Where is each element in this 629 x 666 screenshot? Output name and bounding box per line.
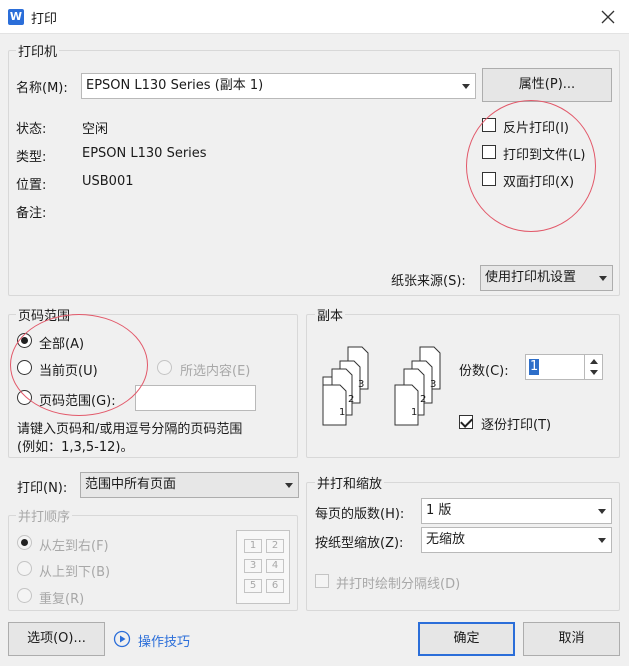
collate-stack-1: 1 2 3 [320, 345, 380, 427]
grid-cell-1: 1 [244, 539, 262, 553]
order-group-label: 并打顺序 [16, 506, 73, 525]
range-selection-label: 所选内容(E) [180, 364, 251, 379]
collate-checkbox[interactable] [459, 415, 473, 429]
paper-source-select[interactable]: 使用打印机设置 [480, 265, 613, 291]
stack-page-3: 3 [358, 379, 365, 390]
play-circle-icon[interactable] [113, 630, 131, 648]
tips-link[interactable]: 操作技巧 [138, 631, 190, 650]
print-what-value: 范围中所有页面 [85, 477, 177, 492]
ok-button[interactable]: 确定 [418, 622, 515, 656]
order-repeat-label: 重复(R) [39, 592, 85, 607]
page-range-hint-line1: 请键入页码和/或用逗号分隔的页码范围 [17, 422, 243, 437]
collate-label: 逐份打印(T) [481, 418, 552, 433]
grid-cell-6: 6 [266, 579, 284, 593]
page-range-input[interactable] [135, 385, 256, 411]
print-to-file-label: 打印到文件(L) [503, 148, 586, 163]
pages-per-sheet-select[interactable]: 1 版 [421, 498, 612, 524]
cancel-button[interactable]: 取消 [523, 622, 620, 656]
duplex-checkbox[interactable] [482, 172, 496, 186]
printer-group-label: 打印机 [16, 41, 60, 60]
reverse-print-checkbox[interactable] [482, 118, 496, 132]
pages-per-sheet-value: 1 版 [426, 503, 452, 518]
status-value: 空闲 [82, 122, 109, 137]
spinner-divider [584, 355, 585, 379]
close-icon[interactable] [597, 6, 619, 28]
order-preview-grid: 1 2 3 4 5 6 [236, 530, 290, 604]
title-bar [0, 0, 629, 34]
reverse-print-label: 反片打印(I) [503, 121, 569, 136]
order-left-to-right-radio[interactable] [17, 535, 32, 550]
chevron-down-icon[interactable] [590, 370, 598, 375]
range-pages-radio[interactable] [17, 390, 32, 405]
printer-name-label: 名称(M): [16, 81, 68, 96]
range-pages-label: 页码范围(G): [39, 394, 116, 409]
grid-cell-3: 3 [244, 559, 262, 573]
grid-cell-2: 2 [266, 539, 284, 553]
location-label: 位置: [16, 178, 47, 193]
chevron-down-icon [462, 84, 470, 89]
chevron-down-icon [598, 538, 606, 543]
stack-page-2: 2 [348, 394, 355, 405]
copies-count-value: 1 [529, 359, 540, 375]
wps-writer-icon: W [8, 9, 24, 25]
properties-button[interactable]: 属性(P)... [482, 68, 612, 102]
location-value: USB001 [82, 174, 134, 189]
copies-count-label: 份数(C): [459, 364, 509, 379]
stack-page-1: 1 [411, 407, 418, 418]
scale-select[interactable]: 无缩放 [421, 527, 612, 553]
collate-stack-2: 1 2 3 [392, 345, 452, 427]
range-current-radio[interactable] [17, 360, 32, 375]
paper-source-value: 使用打印机设置 [485, 270, 577, 285]
chevron-down-icon [599, 276, 607, 281]
order-top-to-bottom-label: 从上到下(B) [39, 565, 111, 580]
type-label: 类型: [16, 150, 47, 165]
duplex-label: 双面打印(X) [503, 175, 575, 190]
copies-group-label: 副本 [315, 305, 346, 324]
page-range-group-label: 页码范围 [16, 305, 73, 324]
grid-cell-4: 4 [266, 559, 284, 573]
type-value: EPSON L130 Series [82, 146, 207, 161]
printer-name-value: EPSON L130 Series (副本 1) [86, 78, 264, 93]
window-title: 打印 [31, 12, 58, 27]
order-left-to-right-label: 从左到右(F) [39, 539, 109, 554]
print-to-file-checkbox[interactable] [482, 145, 496, 159]
print-what-select[interactable]: 范围中所有页面 [80, 472, 299, 498]
range-all-label: 全部(A) [39, 337, 85, 352]
range-selection-radio[interactable] [157, 360, 172, 375]
chevron-down-icon [598, 509, 606, 514]
draw-lines-label: 并打时绘制分隔线(D) [336, 577, 461, 592]
stack-page-2: 2 [420, 394, 427, 405]
order-top-to-bottom-radio[interactable] [17, 561, 32, 576]
stack-page-3: 3 [430, 379, 437, 390]
stack-page-1: 1 [339, 407, 346, 418]
options-button[interactable]: 选项(O)... [8, 622, 105, 656]
status-label: 状态: [16, 122, 47, 137]
scale-label: 按纸型缩放(Z): [315, 536, 404, 551]
pages-per-sheet-label: 每页的版数(H): [315, 507, 405, 522]
printer-name-select[interactable]: EPSON L130 Series (副本 1) [81, 73, 476, 99]
scale-value: 无缩放 [426, 532, 466, 547]
chevron-up-icon[interactable] [590, 359, 598, 364]
order-repeat-radio[interactable] [17, 588, 32, 603]
grid-cell-5: 5 [244, 579, 262, 593]
chevron-down-icon [285, 483, 293, 488]
range-all-radio[interactable] [17, 333, 32, 348]
paper-source-label: 纸张来源(S): [391, 274, 466, 289]
print-what-label: 打印(N): [17, 481, 68, 496]
draw-lines-checkbox[interactable] [315, 574, 329, 588]
copies-count-spinner[interactable]: 1 [525, 354, 603, 380]
page-range-hint-line2: (例如：1,3,5-12)。 [17, 440, 134, 455]
range-current-label: 当前页(U) [39, 364, 98, 379]
zoom-group-label: 并打和缩放 [315, 473, 385, 492]
comment-label: 备注: [16, 206, 47, 221]
